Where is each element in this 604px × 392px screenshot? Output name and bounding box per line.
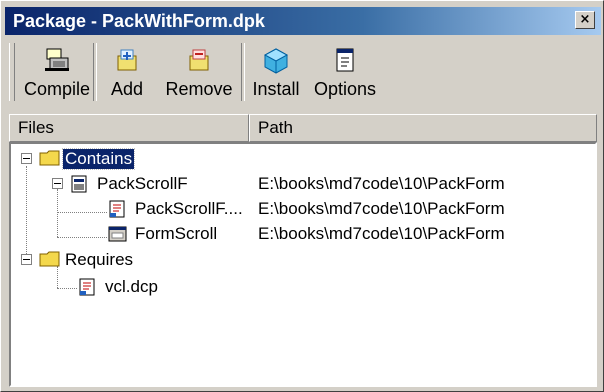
package-window: Package - PackWithForm.dpk × Compile Add… [0,0,604,392]
title-bar[interactable]: Package - PackWithForm.dpk × [5,7,601,35]
path-value: E:\books\md7code\10\PackForm [258,224,505,243]
tree-line [57,189,58,237]
add-icon [112,45,142,75]
install-label: Install [252,79,300,99]
dcp-file-icon [77,277,103,297]
files-column-header[interactable]: Files [9,114,249,142]
tree-node-label: vcl.dcp [105,277,158,296]
package-tree[interactable]: Contains PackScrollF E:\books\md7code\10… [9,142,597,387]
unit-icon [69,174,95,194]
tree-node-vcl-dcp[interactable]: vcl.dcp [77,275,160,299]
column-header: Files Path [9,114,597,142]
tree-node-requires[interactable]: Requires [39,248,135,272]
compile-icon [42,45,72,75]
remove-label: Remove [165,79,233,99]
path-value: E:\books\md7code\10\PackForm [258,199,505,218]
tree-line [57,237,107,238]
remove-icon [184,45,214,75]
tree-node-formscroll[interactable]: FormScroll [107,222,219,246]
add-label: Add [110,79,144,99]
packscrollf-collapse-toggle[interactable] [52,178,63,189]
form-icon [107,224,133,244]
tree-line [57,212,107,213]
window-title: Package - PackWithForm.dpk [13,10,265,31]
toolbar: Compile Add Remove Install Options [9,39,599,109]
tree-line [26,166,27,262]
tree-node-packscrollf-pas[interactable]: PackScrollF.... [107,197,245,221]
tree-node-label: PackScrollF [97,174,188,193]
toolbar-grip[interactable] [9,43,15,101]
pas-file-icon [107,199,133,219]
tree-node-label: FormScroll [135,224,218,243]
tree-node-packscrollf[interactable]: PackScrollF [69,172,190,196]
tree-node-label: Contains [61,148,136,170]
folder-icon [39,250,63,270]
path-column-header[interactable]: Path [249,114,597,142]
tree-node-label: Requires [65,250,134,269]
install-icon [261,45,291,75]
compile-label: Compile [23,79,91,99]
install-button[interactable]: Install [245,39,307,103]
remove-button[interactable]: Remove [157,39,241,103]
options-button[interactable]: Options [307,39,383,103]
tree-line [57,288,77,289]
path-value: E:\books\md7code\10\PackForm [258,174,505,193]
folder-icon [39,149,63,169]
compile-button[interactable]: Compile [21,39,93,103]
tree-node-contains[interactable]: Contains [39,147,136,171]
add-button[interactable]: Add [97,39,157,103]
options-icon [330,45,360,75]
contains-collapse-toggle[interactable] [21,153,32,164]
tree-node-label: PackScrollF.... [135,199,243,218]
close-button[interactable]: × [575,11,595,29]
requires-collapse-toggle[interactable] [21,254,32,265]
options-label: Options [313,79,377,99]
